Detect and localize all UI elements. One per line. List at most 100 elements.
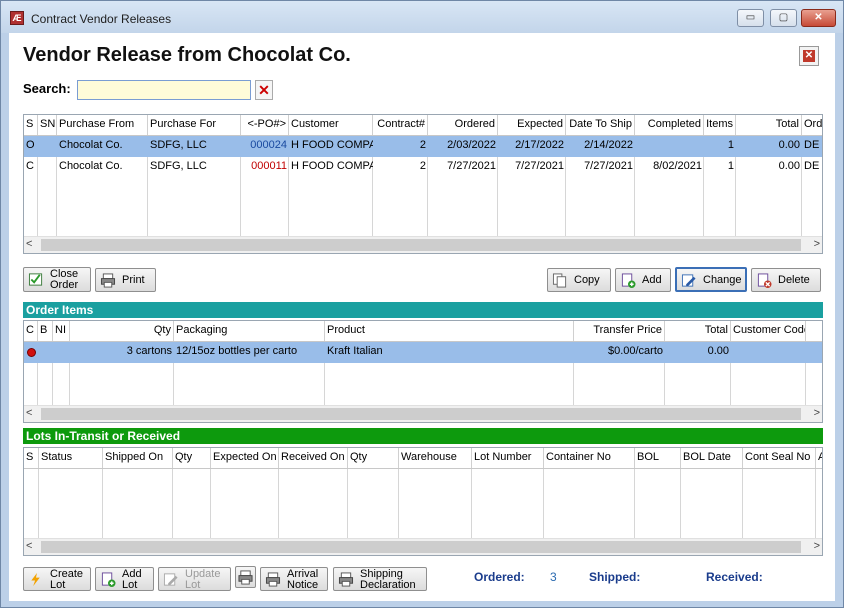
arrival-notice-button[interactable]: Arrival Notice [260,567,328,591]
lots-grid[interactable]: S Status Shipped On Qty Expected On Received … [23,447,823,556]
column-header[interactable]: A [816,448,822,468]
shipped-label: Shipped: [589,570,641,584]
delete-button[interactable]: Delete [751,268,821,292]
column-header[interactable]: Cont Seal No [743,448,816,468]
close-form-button[interactable]: ✕ [799,46,819,66]
copy-button[interactable]: Copy [547,268,611,292]
releases-grid[interactable]: S SN Purchase From Purchase For <-PO#> Custom… [23,114,823,254]
horizontal-scrollbar[interactable]: < > [24,405,822,422]
add-lot-button[interactable]: Add Lot [95,567,154,591]
table-cell: 000011 [251,160,287,172]
horizontal-scrollbar[interactable]: < > [24,236,822,253]
column-header[interactable]: Ord [802,115,822,135]
table-cell: 2 [419,160,426,172]
column-header[interactable]: Shipped On [103,448,173,468]
table-cell: 0.00 [707,345,729,357]
column-header[interactable]: Completed [635,115,704,135]
horizontal-scrollbar[interactable]: < > [24,538,822,555]
search-input[interactable] [77,80,251,100]
column-header[interactable]: Received On [279,448,348,468]
scroll-left-icon[interactable]: < [26,238,32,250]
print-lot-button[interactable] [235,566,256,588]
print-button[interactable]: Print [95,268,156,292]
column-header[interactable]: Packaging [174,321,325,341]
grid-line [742,469,743,540]
column-header[interactable]: Qty [173,448,211,468]
add-button[interactable]: Add [615,268,671,292]
close-window-button[interactable]: ✕ [801,9,836,27]
table-cell: 0.00 [778,160,800,172]
title-bar: Æ Contract Vendor Releases ▭ ▢ ✕ [1,1,843,33]
table-cell: 2/17/2022 [515,139,564,151]
received-label: Received: [706,570,763,584]
column-header[interactable]: BOL Date [681,448,743,468]
column-header[interactable]: C [24,321,38,341]
grid-line [398,469,399,540]
change-button[interactable]: Change [675,267,747,292]
column-header[interactable]: S [24,115,38,135]
column-header[interactable]: Status [39,448,103,468]
column-header[interactable]: Total [665,321,731,341]
edit-icon [163,573,178,586]
column-header[interactable]: Qty [348,448,399,468]
table-row[interactable]: O Chocolat Co. SDFG, LLC 000024 H FOOD COMPA… [24,136,822,157]
column-header[interactable]: NI [53,321,70,341]
table-cell [38,157,57,178]
grid-line [347,469,348,540]
column-header[interactable]: Expected On [211,448,279,468]
column-header[interactable]: Ordered [428,115,498,135]
scroll-right-icon[interactable]: > [814,407,820,419]
column-header[interactable]: Customer [289,115,373,135]
maximize-button[interactable]: ▢ [770,9,797,27]
column-header[interactable]: Purchase For [148,115,241,135]
column-header[interactable]: SN [38,115,57,135]
table-cell: SDFG, LLC [150,139,207,151]
column-header[interactable]: Purchase From [57,115,148,135]
shipping-declaration-button[interactable]: Shipping Declaration [333,567,427,591]
column-header[interactable]: Date To Ship [566,115,635,135]
close-order-button[interactable]: Close Order [23,267,91,292]
column-header[interactable]: Product [325,321,574,341]
table-row[interactable]: C Chocolat Co. SDFG, LLC 000011 H FOOD COMPA… [24,157,822,178]
column-header[interactable]: S [24,448,39,468]
column-header[interactable]: B [38,321,53,341]
order-items-header: Order Items [23,302,823,318]
column-header[interactable]: Qty [70,321,174,341]
column-header[interactable]: Warehouse [399,448,472,468]
column-header[interactable]: Customer Code [731,321,806,341]
create-lot-label: Create Lot [50,568,84,591]
printer-icon [238,570,253,585]
column-header[interactable]: Items [704,115,736,135]
print-label: Print [122,274,145,286]
order-items-grid[interactable]: C B NI Qty Packaging Product Transfer Price Tot… [23,320,823,423]
table-row[interactable]: 3 cartons 12/15oz bottles per carto Kraft … [24,342,822,363]
scroll-right-icon[interactable]: > [814,540,820,552]
scroll-thumb[interactable] [41,408,801,420]
create-lot-button[interactable]: Create Lot [23,567,91,591]
table-cell [635,136,704,157]
grid-line [680,469,681,540]
column-header[interactable]: Expected [498,115,566,135]
column-header[interactable]: Lot Number [472,448,544,468]
grid-line [471,469,472,540]
column-header[interactable]: Contract# [373,115,428,135]
grid-header: S SN Purchase From Purchase For <-PO#> Custom… [24,115,822,136]
table-cell [53,342,70,363]
scroll-left-icon[interactable]: < [26,407,32,419]
clear-search-button[interactable]: ✕ [255,80,273,100]
table-cell: DE [804,160,820,172]
scroll-thumb[interactable] [41,239,801,251]
update-lot-button[interactable]: Update Lot [158,567,231,591]
column-header[interactable]: Container No [544,448,635,468]
scroll-thumb[interactable] [41,541,801,553]
scroll-left-icon[interactable]: < [26,540,32,552]
printer-icon [338,572,354,587]
column-header[interactable]: Total [736,115,802,135]
minimize-button[interactable]: ▭ [737,9,764,27]
column-header[interactable]: <-PO#> [241,115,289,135]
table-cell: 7/27/2021 [447,160,496,172]
column-header[interactable]: BOL [635,448,681,468]
scroll-right-icon[interactable]: > [814,238,820,250]
table-cell: 8/02/2021 [653,160,702,172]
column-header[interactable]: Transfer Price [574,321,665,341]
